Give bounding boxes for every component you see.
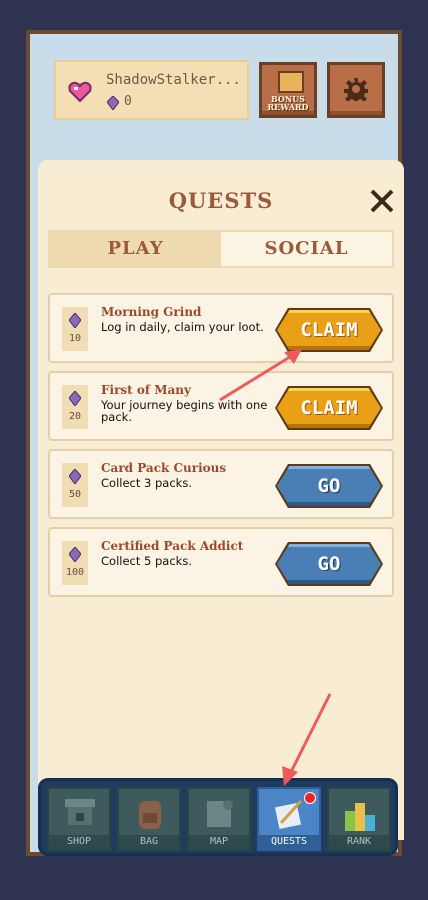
tab-social[interactable]: SOCIAL [221, 232, 392, 266]
gem-icon [69, 313, 81, 328]
backpack-icon [139, 801, 161, 829]
claim-button[interactable]: CLAIM [277, 388, 381, 428]
quest-reward: 50 [62, 463, 88, 507]
gem-count: 0 [124, 94, 132, 109]
quest-description: Your journey begins with one pack. [101, 398, 268, 424]
nav-label: SHOP [49, 835, 109, 849]
gear-icon [344, 78, 368, 101]
settings-button[interactable] [327, 62, 385, 118]
claim-button[interactable]: CLAIM [277, 310, 381, 350]
quest-description: Collect 5 packs. [101, 554, 192, 568]
shop-icon [65, 799, 95, 825]
quest-description: Collect 3 packs. [101, 476, 192, 490]
gem-icon [69, 469, 81, 484]
nav-label: BAG [119, 835, 179, 849]
close-icon[interactable] [369, 188, 395, 214]
nav-label: MAP [189, 835, 249, 849]
nav-bag[interactable]: BAG [117, 787, 181, 851]
profile-card[interactable]: ShadowStalker... 0 [54, 60, 249, 120]
panel-title: QUESTS [168, 188, 274, 213]
go-button[interactable]: GO [277, 466, 381, 506]
bonus-reward-button[interactable]: BONUS REWARD [259, 62, 317, 118]
nav-label: QUESTS [259, 835, 319, 849]
quest-item: 20 First of Many Your journey begins wit… [48, 371, 394, 441]
gem-icon [69, 547, 81, 562]
nav-quests[interactable]: QUESTS [257, 787, 321, 851]
reward-amount: 10 [68, 333, 82, 344]
go-button[interactable]: GO [277, 544, 381, 584]
nav-map[interactable]: MAP [187, 787, 251, 851]
scroll-quill-icon [274, 799, 303, 830]
nav-shop[interactable]: SHOP [47, 787, 111, 851]
profile-name: ShadowStalker... [106, 72, 241, 88]
quest-item: 10 Morning Grind Log in daily, claim you… [48, 293, 394, 363]
reward-amount: 100 [65, 567, 85, 578]
quest-title: Morning Grind [101, 305, 202, 319]
bottom-nav: SHOP BAG MAP QUESTS RANK [38, 778, 398, 856]
quest-reward: 20 [62, 385, 88, 429]
quest-reward: 10 [62, 307, 88, 351]
quest-title: Card Pack Curious [101, 461, 227, 475]
gem-icon [69, 391, 81, 406]
tab-play[interactable]: PLAY [50, 232, 221, 266]
heart-avatar-icon [68, 81, 92, 102]
gem-icon [107, 96, 119, 110]
quest-item: 100 Certified Pack Addict Collect 5 pack… [48, 527, 394, 597]
quest-description: Log in daily, claim your loot. [101, 320, 264, 334]
nav-rank[interactable]: RANK [327, 787, 391, 851]
reward-amount: 50 [68, 489, 82, 500]
quest-item: 50 Card Pack Curious Collect 3 packs. GO [48, 449, 394, 519]
reward-label: REWARD [267, 102, 309, 112]
quest-reward: 100 [62, 541, 88, 585]
quest-title: First of Many [101, 383, 191, 397]
quest-title: Certified Pack Addict [101, 539, 244, 553]
map-icon [207, 800, 233, 827]
nav-label: RANK [329, 835, 389, 849]
treasure-chest-icon [278, 71, 304, 93]
quests-panel: QUESTS PLAY SOCIAL 10 Morning Grind Log … [38, 160, 404, 840]
podium-icon [345, 803, 375, 831]
quest-tabs: PLAY SOCIAL [48, 230, 394, 268]
notification-dot [304, 792, 316, 804]
reward-amount: 20 [68, 411, 82, 422]
